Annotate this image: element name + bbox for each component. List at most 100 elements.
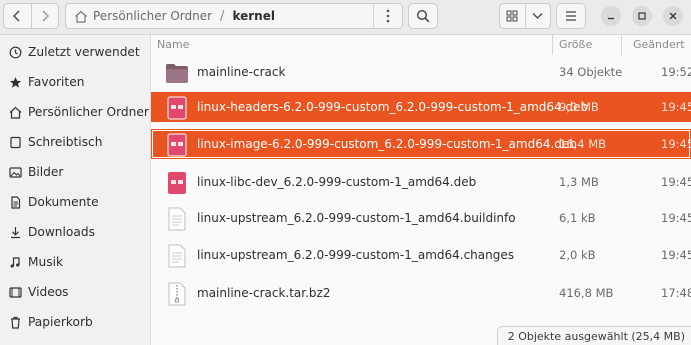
deb-package-icon: [167, 133, 187, 157]
file-name: linux-libc-dev_6.2.0-999-custom-1_amd64.…: [197, 175, 477, 189]
pictures-icon: [8, 165, 22, 179]
file-name: mainline-crack: [197, 65, 286, 79]
breadcrumb-separator: /: [220, 8, 225, 24]
file-size: 9,0 MB: [559, 100, 599, 114]
file-name: linux-upstream_6.2.0-999-custom-1_amd64.…: [197, 248, 514, 262]
table-row[interactable]: linux-headers-6.2.0-999-custom_6.2.0-999…: [151, 92, 691, 122]
forward-button[interactable]: [30, 4, 59, 28]
sidebar-item-label: Favoriten: [28, 75, 85, 89]
file-size: 16,4 MB: [559, 137, 607, 151]
star-icon: [8, 75, 22, 89]
path-menu-button[interactable]: [373, 4, 402, 28]
view-options-button[interactable]: [524, 4, 551, 28]
text-file-icon: [168, 207, 186, 231]
path-bar[interactable]: Persönlicher Ordner / kernel: [65, 3, 403, 29]
trash-icon: [8, 315, 22, 329]
table-row[interactable]: mainline-crack.tar.bz2 416,8 MB 17:48: [151, 278, 691, 308]
sidebar-item-label: Zuletzt verwendet: [28, 45, 140, 59]
minimize-icon: [608, 17, 614, 20]
file-name: linux-headers-6.2.0-999-custom_6.2.0-999…: [197, 100, 589, 114]
column-size[interactable]: Größe: [559, 38, 592, 51]
home-icon: [8, 105, 22, 119]
file-size: 34 Objekte: [559, 65, 623, 79]
file-name: linux-upstream_6.2.0-999-custom-1_amd64.…: [197, 211, 516, 225]
sidebar-item-videos[interactable]: Videos: [0, 277, 150, 307]
table-row[interactable]: mainline-crack 34 Objekte 19:52: [151, 57, 691, 87]
file-name: linux-image-6.2.0-999-custom_6.2.0-999-c…: [197, 137, 577, 151]
folder-icon: [166, 64, 188, 83]
status-bar: 2 Objekte ausgewählt (25,4 MB): [496, 326, 691, 345]
navigation-buttons: [3, 3, 59, 29]
vertical-dots-icon: [386, 9, 390, 23]
sidebar-item-label: Musik: [28, 255, 64, 269]
table-row[interactable]: linux-image-6.2.0-999-custom_6.2.0-999-c…: [151, 129, 691, 159]
file-modified: 17:48: [661, 286, 691, 300]
main-menu-button[interactable]: [556, 3, 586, 29]
breadcrumb-home[interactable]: Persönlicher Ordner: [93, 9, 212, 23]
file-modified: 19:45: [661, 211, 691, 225]
sidebar-item-label: Videos: [28, 285, 69, 299]
archive-icon: [168, 282, 186, 306]
maximize-icon: [638, 12, 646, 20]
sidebar-item-home[interactable]: Persönlicher Ordner: [0, 97, 150, 127]
document-icon: [8, 195, 22, 209]
file-modified: 19:45: [661, 248, 691, 262]
sidebar-item-music[interactable]: Musik: [0, 247, 150, 277]
table-row[interactable]: linux-upstream_6.2.0-999-custom-1_amd64.…: [151, 240, 691, 270]
column-name[interactable]: Name: [157, 38, 189, 51]
file-modified: 19:45: [661, 100, 691, 114]
close-button[interactable]: [663, 6, 683, 26]
sidebar-item-label: Persönlicher Ordner: [28, 105, 149, 119]
sidebar-item-downloads[interactable]: Downloads: [0, 217, 150, 247]
text-file-icon: [168, 244, 186, 268]
download-icon: [8, 225, 22, 239]
table-row[interactable]: linux-libc-dev_6.2.0-999-custom-1_amd64.…: [151, 167, 691, 197]
sidebar-item-label: Dokumente: [28, 195, 99, 209]
sidebar-item-label: Schreibtisch: [28, 135, 103, 149]
sidebar-item-label: Papierkorb: [28, 315, 93, 329]
desktop-icon: [8, 135, 22, 149]
view-toggle-group: [499, 3, 551, 29]
deb-package-icon: [168, 172, 186, 194]
breadcrumb-current[interactable]: kernel: [232, 9, 275, 23]
back-button[interactable]: [4, 4, 31, 28]
minimize-button[interactable]: [601, 6, 621, 26]
file-size: 416,8 MB: [559, 286, 614, 300]
chevron-left-icon: [13, 10, 20, 22]
file-list: Name Größe Geändert mainline-crack 34 Ob…: [151, 35, 691, 345]
file-size: 1,3 MB: [559, 175, 599, 189]
column-divider: [552, 35, 553, 55]
column-header: Name Größe Geändert: [151, 35, 691, 55]
sidebar-item-documents[interactable]: Dokumente: [0, 187, 150, 217]
sidebar-item-favorites[interactable]: Favoriten: [0, 67, 150, 97]
sidebar-item-pictures[interactable]: Bilder: [0, 157, 150, 187]
sidebar-item-trash[interactable]: Papierkorb: [0, 307, 150, 337]
music-icon: [8, 255, 22, 269]
file-size: 2,0 kB: [559, 248, 596, 262]
clock-icon: [8, 45, 22, 59]
chevron-down-icon: [532, 13, 543, 19]
file-modified: 19:45: [661, 137, 691, 151]
column-divider: [621, 35, 622, 55]
sidebar: Zuletzt verwendet Favoriten Persönlicher…: [0, 35, 151, 345]
grid-icon: [506, 10, 518, 22]
file-modified: 19:45: [661, 175, 691, 189]
deb-package-icon: [167, 96, 187, 120]
sidebar-item-desktop[interactable]: Schreibtisch: [0, 127, 150, 157]
grid-view-button[interactable]: [500, 4, 525, 28]
sidebar-item-label: Bilder: [28, 165, 64, 179]
search-button[interactable]: [408, 3, 438, 29]
file-modified: 19:52: [661, 65, 691, 79]
file-name: mainline-crack.tar.bz2: [197, 286, 331, 300]
column-modified[interactable]: Geändert: [633, 38, 685, 51]
table-row[interactable]: linux-upstream_6.2.0-999-custom-1_amd64.…: [151, 203, 691, 233]
home-icon: [74, 10, 88, 23]
header-bar: Persönlicher Ordner / kernel: [0, 0, 691, 35]
close-icon: [669, 12, 677, 20]
sidebar-item-recent[interactable]: Zuletzt verwendet: [0, 37, 150, 67]
chevron-right-icon: [42, 10, 49, 22]
hamburger-menu-icon: [566, 11, 576, 21]
sidebar-item-label: Downloads: [28, 225, 95, 239]
file-size: 6,1 kB: [559, 211, 596, 225]
maximize-button[interactable]: [632, 6, 652, 26]
